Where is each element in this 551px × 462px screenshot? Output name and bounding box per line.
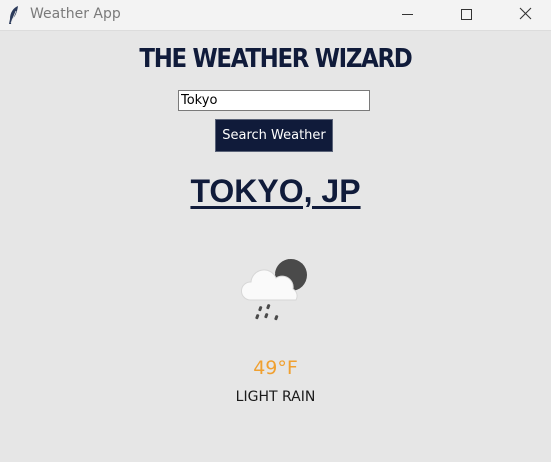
- close-button[interactable]: [502, 0, 548, 30]
- weather-condition: LIGHT RAIN: [235, 389, 316, 405]
- feather-icon: [6, 5, 22, 25]
- close-icon: [519, 7, 532, 20]
- app-heading: THE WEATHER WIZARD: [139, 44, 412, 74]
- cloud-rain-night-icon: [238, 256, 310, 324]
- city-search-input[interactable]: [178, 90, 370, 111]
- city-name-label: TOKYO, JP: [190, 173, 361, 209]
- temperature-value: 49°F: [253, 357, 298, 379]
- title-bar[interactable]: Weather App: [0, 0, 551, 31]
- maximize-icon: [461, 9, 472, 20]
- minimize-button[interactable]: [384, 0, 430, 30]
- maximize-button[interactable]: [443, 0, 489, 30]
- search-weather-button[interactable]: Search Weather: [215, 119, 333, 152]
- window-title: Weather App: [30, 6, 121, 22]
